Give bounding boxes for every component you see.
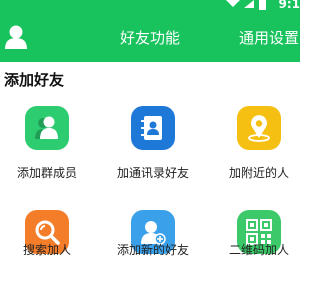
general-settings-button[interactable]: 通用设置 — [239, 28, 299, 48]
signal-icon — [244, 0, 254, 8]
feature-label: 添加新的好友 — [116, 243, 189, 257]
feature-label: 添加群成员 — [16, 166, 77, 180]
section-title: 添加好友 — [4, 71, 65, 89]
feature-label: 搜索加人 — [22, 243, 71, 257]
contacts-book-icon — [131, 106, 175, 150]
status-time: 9:1 — [278, 0, 301, 11]
battery-icon — [259, 0, 266, 10]
location-pin-icon — [237, 106, 281, 150]
status-icons — [226, 0, 266, 10]
feature-label: 加附近的人 — [228, 166, 289, 180]
feature-label: 二维码加人 — [228, 243, 289, 257]
group-members-icon — [25, 106, 69, 150]
app-header: 9:1 好友功能 通用设置 — [0, 0, 300, 62]
wifi-icon — [226, 0, 240, 7]
feature-label: 加通讯录好友 — [116, 166, 189, 180]
